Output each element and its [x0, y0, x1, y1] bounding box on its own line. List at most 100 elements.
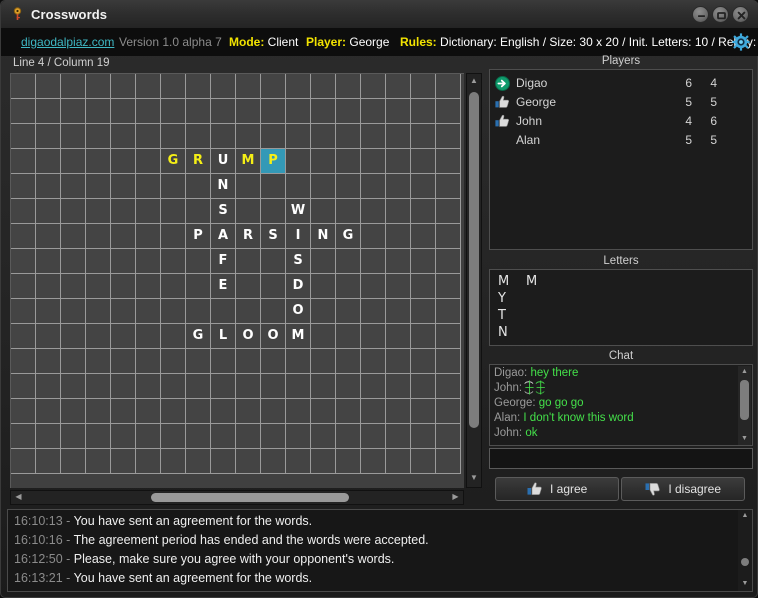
grid-cell-empty[interactable]: [236, 199, 261, 224]
grid-cell-empty[interactable]: [11, 349, 36, 374]
grid-cell-empty[interactable]: [286, 449, 311, 474]
log-scrollbar[interactable]: ▲ ▼: [738, 510, 752, 591]
grid-cell-empty[interactable]: [86, 374, 111, 399]
grid-cell-empty[interactable]: [336, 149, 361, 174]
grid-cell-empty[interactable]: [86, 224, 111, 249]
chat-scrollbar[interactable]: ▲ ▼: [738, 366, 751, 445]
chat-input[interactable]: [489, 448, 753, 469]
grid-cell-empty[interactable]: [261, 449, 286, 474]
grid-cell-empty[interactable]: [161, 449, 186, 474]
grid-cell-empty[interactable]: [386, 324, 411, 349]
grid-cell-empty[interactable]: [136, 274, 161, 299]
grid-cell-empty[interactable]: [361, 99, 386, 124]
grid-cell-empty[interactable]: [186, 274, 211, 299]
triangle-down-icon[interactable]: ▼: [467, 472, 481, 486]
grid-cell-letter[interactable]: E: [211, 274, 236, 299]
grid-cell-empty[interactable]: [136, 449, 161, 474]
grid-cell-empty[interactable]: [61, 74, 86, 99]
grid-cell-empty[interactable]: [411, 424, 436, 449]
grid-cell-empty[interactable]: [361, 299, 386, 324]
grid-cell-empty[interactable]: [136, 124, 161, 149]
chat-log[interactable]: John: ok Alan: I don't know this word Geor…: [489, 364, 753, 446]
grid-cell-empty[interactable]: [336, 274, 361, 299]
gear-icon[interactable]: [732, 33, 750, 51]
grid-cell-empty[interactable]: [11, 174, 36, 199]
grid-cell-empty[interactable]: [36, 249, 61, 274]
grid-cell-empty[interactable]: [361, 174, 386, 199]
grid-cell-empty[interactable]: [136, 74, 161, 99]
grid-cell-empty[interactable]: [86, 349, 111, 374]
grid-cell-empty[interactable]: [361, 374, 386, 399]
grid-cell-empty[interactable]: [361, 449, 386, 474]
grid-cell-empty[interactable]: [311, 124, 336, 149]
grid-cell-empty[interactable]: [336, 374, 361, 399]
grid-cell-empty[interactable]: [86, 99, 111, 124]
grid-cell-empty[interactable]: [286, 124, 311, 149]
grid-cell-empty[interactable]: [436, 124, 461, 149]
triangle-right-icon[interactable]: ▶: [449, 491, 462, 504]
grid-cell-empty[interactable]: [136, 224, 161, 249]
grid-cell-empty[interactable]: [136, 399, 161, 424]
grid-cell-empty[interactable]: [61, 174, 86, 199]
grid-cell-empty[interactable]: [211, 99, 236, 124]
grid-cell-letter[interactable]: D: [286, 274, 311, 299]
grid-cell-empty[interactable]: [111, 174, 136, 199]
grid-cell-empty[interactable]: [161, 399, 186, 424]
grid-cell-empty[interactable]: [436, 449, 461, 474]
event-log[interactable]: ▲ ▼ 16:10:13 - You have sent an agreemen…: [7, 509, 753, 592]
grid-cell-empty[interactable]: [11, 199, 36, 224]
letter-tile[interactable]: N: [498, 325, 508, 340]
grid-cell-empty[interactable]: [161, 99, 186, 124]
triangle-up-icon[interactable]: ▲: [738, 367, 751, 378]
grid-cell-empty[interactable]: [61, 124, 86, 149]
grid-cell-empty[interactable]: [111, 74, 136, 99]
grid-cell-empty[interactable]: [211, 374, 236, 399]
grid-cell-empty[interactable]: [436, 199, 461, 224]
grid-cell-empty[interactable]: [311, 74, 336, 99]
grid-cell-empty[interactable]: [36, 399, 61, 424]
triangle-down-icon[interactable]: ▼: [738, 434, 751, 445]
grid-cell-letter[interactable]: S: [286, 249, 311, 274]
grid-cell-empty[interactable]: [186, 99, 211, 124]
grid-cell-letter[interactable]: S: [261, 224, 286, 249]
grid-cell-letter[interactable]: A: [211, 224, 236, 249]
grid-cell-selected[interactable]: P: [261, 149, 286, 174]
grid-cell-empty[interactable]: [161, 324, 186, 349]
grid-cell-empty[interactable]: [261, 99, 286, 124]
grid-cell-empty[interactable]: [161, 224, 186, 249]
agree-button[interactable]: I agree: [495, 477, 619, 501]
grid-cell-empty[interactable]: [236, 449, 261, 474]
grid-cell-empty[interactable]: [161, 424, 186, 449]
grid-cell-empty[interactable]: [386, 424, 411, 449]
grid-cell-empty[interactable]: [186, 349, 211, 374]
grid-cell-empty[interactable]: [236, 99, 261, 124]
grid-cell-empty[interactable]: [136, 374, 161, 399]
grid-cell-letter[interactable]: G: [186, 324, 211, 349]
grid-cell-empty[interactable]: [261, 374, 286, 399]
grid-cell-empty[interactable]: [311, 324, 336, 349]
grid-cell-empty[interactable]: [86, 424, 111, 449]
grid-cell-empty[interactable]: [311, 299, 336, 324]
grid-cell-empty[interactable]: [336, 399, 361, 424]
grid-cell-empty[interactable]: [86, 324, 111, 349]
grid-cell-empty[interactable]: [436, 349, 461, 374]
grid-cell-empty[interactable]: [86, 199, 111, 224]
grid-cell-empty[interactable]: [211, 124, 236, 149]
grid-cell-empty[interactable]: [261, 199, 286, 224]
grid-cell-empty[interactable]: [361, 149, 386, 174]
grid-cell-empty[interactable]: [236, 349, 261, 374]
grid-cell-empty[interactable]: [36, 324, 61, 349]
grid-cell-empty[interactable]: [336, 449, 361, 474]
grid-cell-empty[interactable]: [411, 149, 436, 174]
grid-cell-empty[interactable]: [61, 374, 86, 399]
grid-cell-empty[interactable]: [386, 199, 411, 224]
grid-cell-empty[interactable]: [136, 349, 161, 374]
triangle-up-icon[interactable]: ▲: [467, 75, 481, 89]
grid-vertical-scrollbar[interactable]: ▲ ▼: [466, 73, 482, 488]
grid-cell-empty[interactable]: [86, 274, 111, 299]
grid-cell-empty[interactable]: [61, 299, 86, 324]
grid-cell-empty[interactable]: [336, 299, 361, 324]
grid-cell-empty[interactable]: [211, 349, 236, 374]
grid-cell-empty[interactable]: [236, 124, 261, 149]
grid-cell-empty[interactable]: [11, 224, 36, 249]
